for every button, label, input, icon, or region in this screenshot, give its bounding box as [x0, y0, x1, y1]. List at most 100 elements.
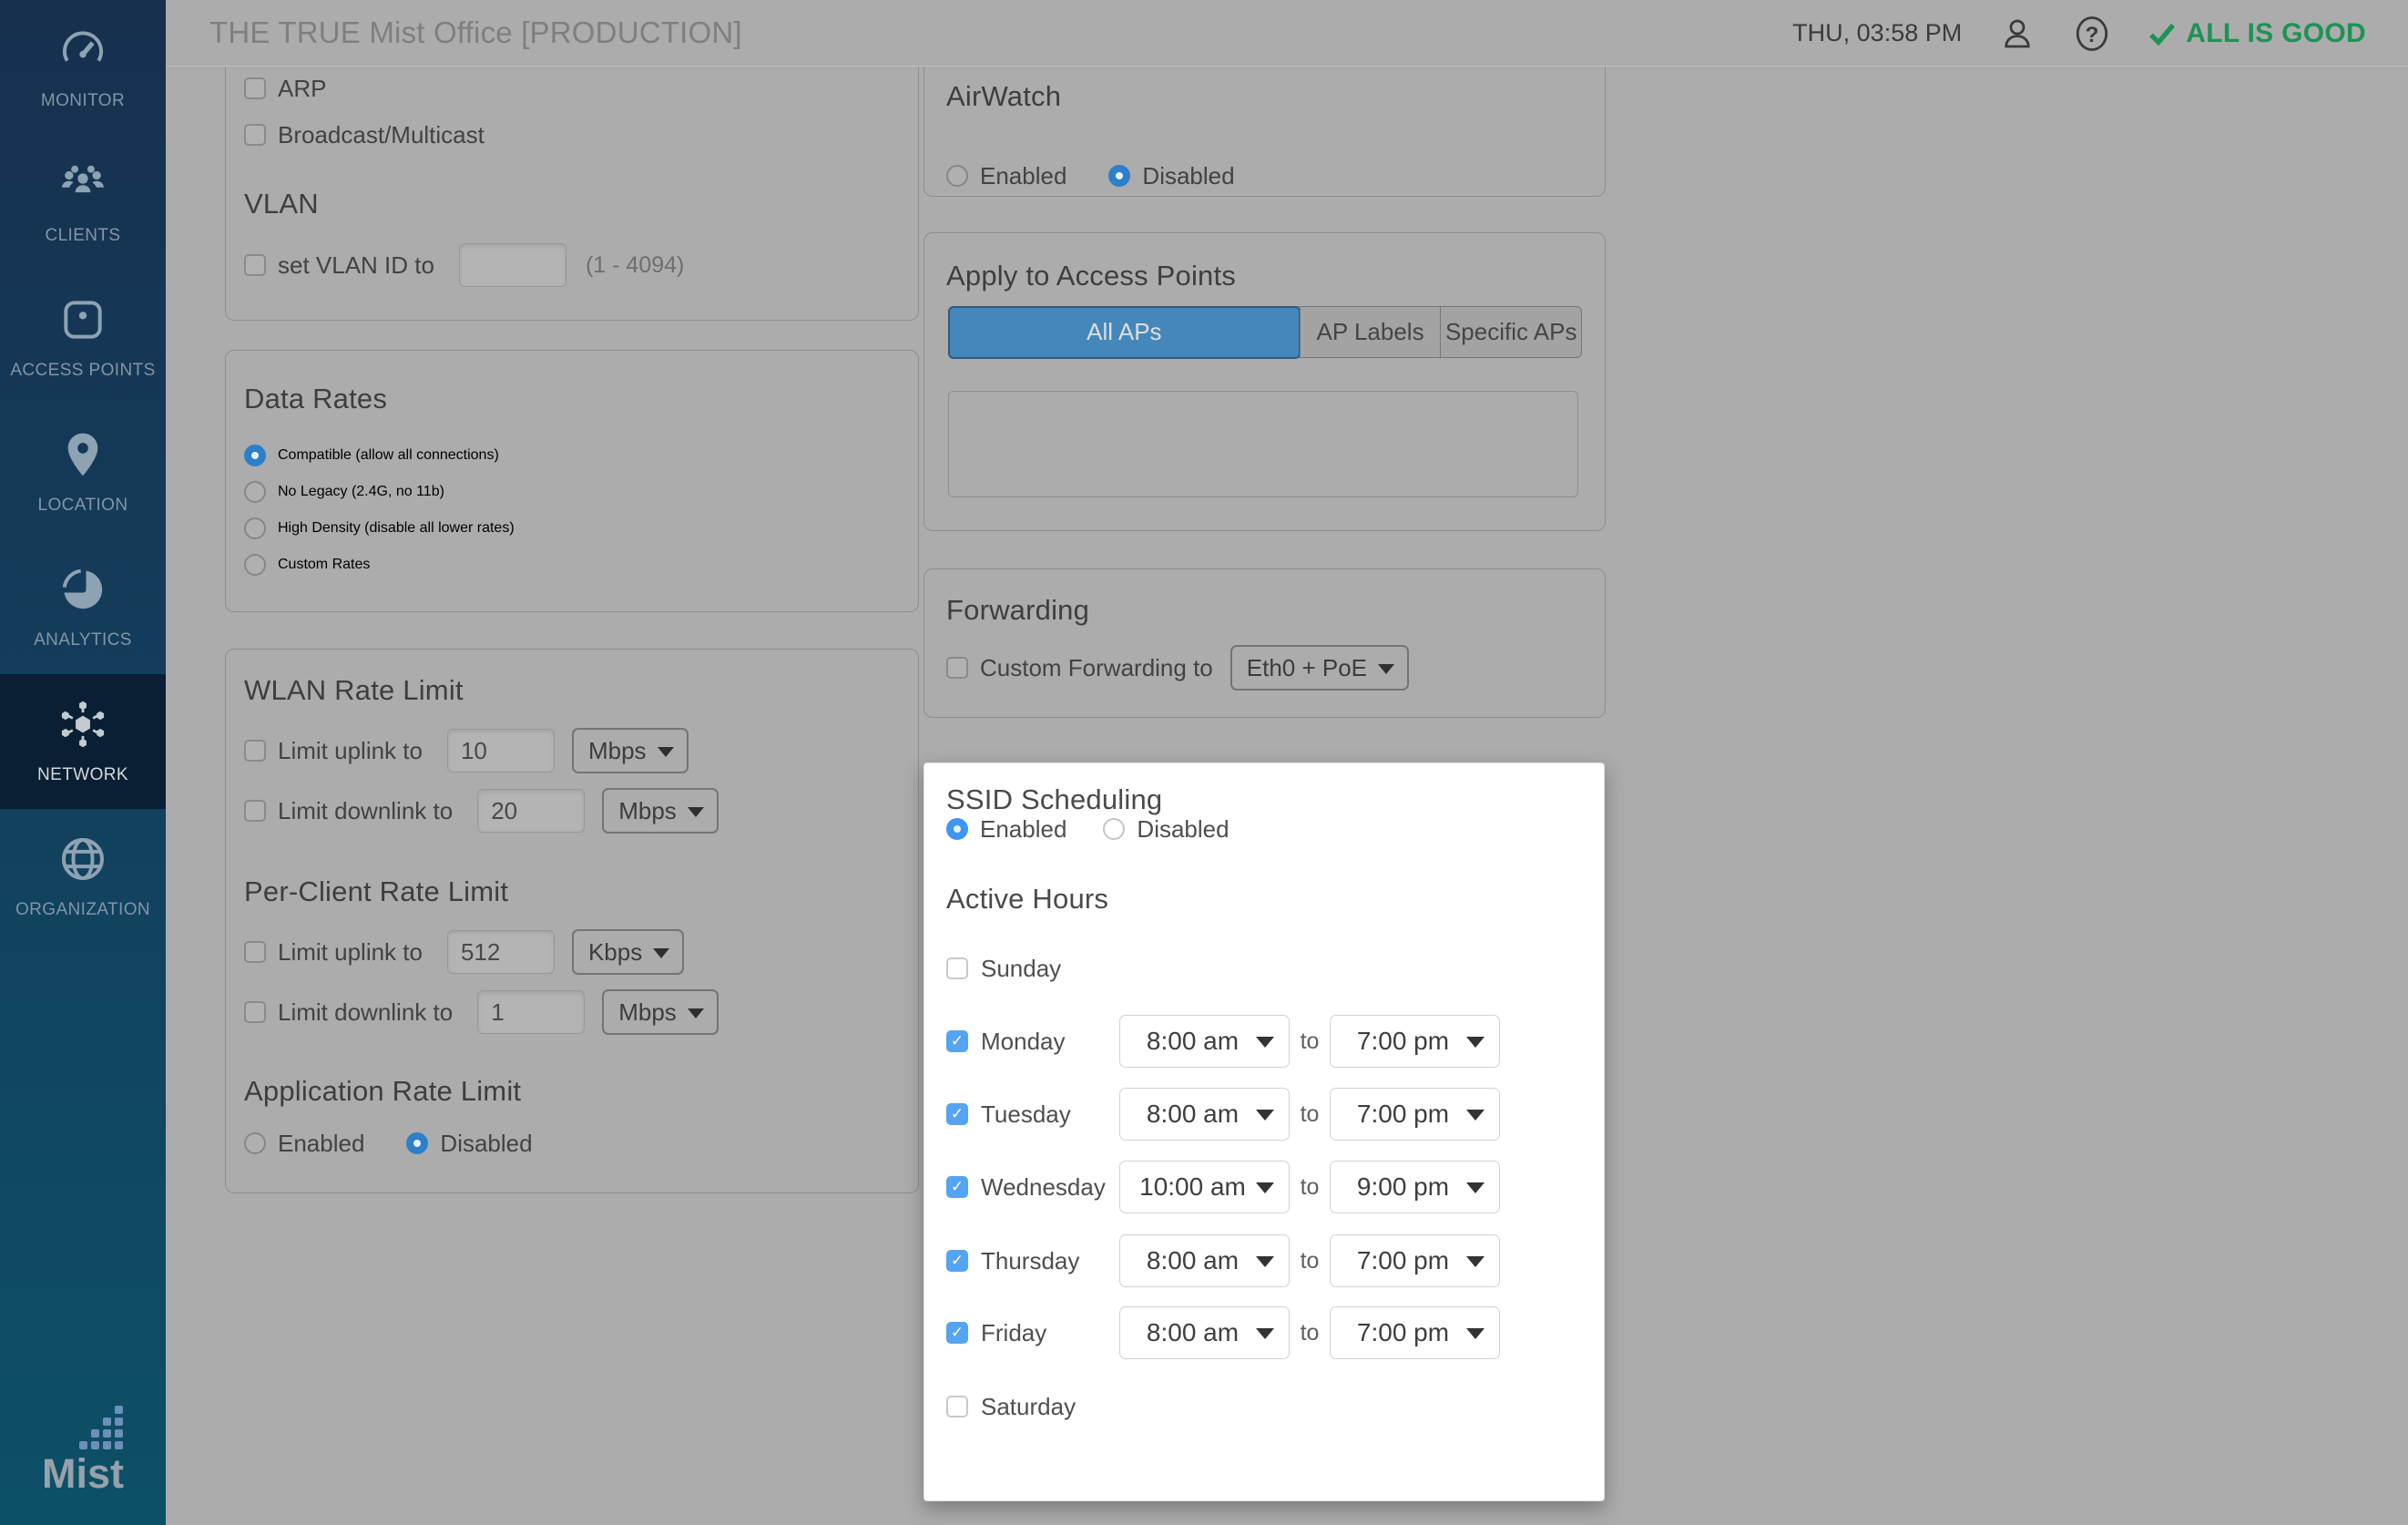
tab-all-aps[interactable]: All APs: [948, 306, 1301, 359]
client-uplink-input[interactable]: 512: [447, 930, 555, 974]
mist-logo: Mist: [0, 1406, 166, 1494]
ap-selection-box[interactable]: [948, 391, 1578, 497]
day-label-friday[interactable]: ✓Friday: [946, 1319, 1119, 1347]
custom-forwarding-checkbox[interactable]: [946, 657, 968, 679]
data-rates-custom-rates-radio[interactable]: Custom Rates: [244, 551, 515, 578]
radio-icon[interactable]: [946, 165, 968, 187]
set-vlan-checkbox[interactable]: [244, 254, 266, 276]
ssid-scheduling-disabled-radio[interactable]: Disabled: [1103, 815, 1229, 844]
wednesday-end-time-select[interactable]: 9:00 pm: [1330, 1161, 1500, 1213]
vlan-id-input[interactable]: [459, 243, 566, 287]
radio-icon[interactable]: [1103, 818, 1125, 840]
custom-forwarding-label: Custom Forwarding to: [980, 654, 1213, 682]
day-row-sunday: Sunday: [946, 942, 1119, 995]
tab-specific-aps[interactable]: Specific APs: [1440, 307, 1581, 357]
radio-label: Enabled: [278, 1130, 364, 1158]
client-uplink-unit-select[interactable]: Kbps: [572, 929, 684, 975]
broadcast-multicast-checkbox[interactable]: [244, 124, 266, 146]
to-label: to: [1290, 1174, 1330, 1201]
saturday-checkbox[interactable]: [946, 1396, 968, 1418]
wlan-uplink-unit-select[interactable]: Mbps: [572, 728, 689, 773]
monday-checkbox[interactable]: ✓: [946, 1030, 968, 1052]
radio-icon[interactable]: [406, 1132, 428, 1154]
user-account-icon[interactable]: [1998, 15, 2036, 53]
wlan-downlink-input[interactable]: 20: [477, 789, 585, 833]
monday-end-time-select[interactable]: 7:00 pm: [1330, 1015, 1500, 1068]
day-label-thursday[interactable]: ✓Thursday: [946, 1247, 1119, 1275]
day-label-saturday[interactable]: Saturday: [946, 1393, 1119, 1421]
radio-label: High Density (disable all lower rates): [278, 520, 515, 537]
day-label-tuesday[interactable]: ✓Tuesday: [946, 1100, 1119, 1129]
client-uplink-checkbox[interactable]: [244, 941, 266, 963]
tuesday-checkbox[interactable]: ✓: [946, 1103, 968, 1125]
client-downlink-input[interactable]: 1: [477, 990, 585, 1034]
radio-icon[interactable]: [946, 818, 968, 840]
help-icon[interactable]: ?: [2073, 15, 2111, 53]
thursday-start-time-select[interactable]: 8:00 am: [1119, 1234, 1290, 1287]
sidebar-item-label: NETWORK: [37, 765, 128, 785]
radio-icon[interactable]: [244, 517, 266, 539]
ssid-scheduling-panel: SSID Scheduling EnabledDisabled Active H…: [923, 762, 1605, 1501]
radio-icon[interactable]: [1108, 165, 1130, 187]
sidebar-item-location[interactable]: LOCATION: [0, 404, 166, 539]
day-label-sunday[interactable]: Sunday: [946, 955, 1119, 983]
thursday-end-time-select[interactable]: 7:00 pm: [1330, 1234, 1500, 1287]
friday-checkbox[interactable]: ✓: [946, 1322, 968, 1344]
airwatch-disabled-radio[interactable]: Disabled: [1108, 162, 1234, 190]
status-indicator[interactable]: ALL IS GOOD: [2148, 18, 2366, 49]
friday-start-time-select[interactable]: 8:00 am: [1119, 1306, 1290, 1359]
data-rates-heading: Data Rates: [244, 376, 387, 422]
wlan-downlink-unit-select[interactable]: Mbps: [602, 788, 719, 834]
wlan-downlink-checkbox[interactable]: [244, 800, 266, 822]
wlan-uplink-checkbox[interactable]: [244, 740, 266, 762]
sidebar-item-network[interactable]: NETWORK: [0, 674, 166, 809]
to-label: to: [1290, 1320, 1330, 1346]
radio-icon[interactable]: [244, 445, 266, 466]
wlan-downlink-row: Limit downlink to 20 Mbps: [244, 788, 719, 834]
sidebar-item-analytics[interactable]: ANALYTICS: [0, 539, 166, 674]
vlan-heading: VLAN: [244, 181, 319, 227]
wlan-uplink-input[interactable]: 10: [447, 729, 555, 773]
topbar-right: THU, 03:58 PM ? ALL IS GOOD: [1792, 0, 2366, 67]
thursday-checkbox[interactable]: ✓: [946, 1250, 968, 1272]
data-rates-compatible-allow-all-connections--radio[interactable]: Compatible (allow all connections): [244, 442, 515, 469]
sidebar-item-access-points[interactable]: ACCESS POINTS: [0, 270, 166, 404]
sunday-checkbox[interactable]: [946, 957, 968, 979]
sidebar-item-monitor[interactable]: MONITOR: [0, 0, 166, 135]
client-downlink-unit-select[interactable]: Mbps: [602, 989, 719, 1035]
mist-logo-text: Mist: [42, 1453, 124, 1494]
monday-start-time-select[interactable]: 8:00 am: [1119, 1015, 1290, 1068]
data-rates-no-legacy-2-4g-no-11b--radio[interactable]: No Legacy (2.4G, no 11b): [244, 478, 515, 506]
day-label-wednesday[interactable]: ✓Wednesday: [946, 1173, 1119, 1202]
friday-end-time-select[interactable]: 7:00 pm: [1330, 1306, 1500, 1359]
arp-row[interactable]: ARP: [244, 66, 326, 111]
tab-ap-labels[interactable]: AP Labels: [1300, 307, 1441, 357]
application-rate-limit-enabled-radio[interactable]: Enabled: [244, 1130, 364, 1158]
day-name: Monday: [981, 1028, 1066, 1056]
forwarding-destination-select[interactable]: Eth0 + PoE: [1230, 645, 1409, 691]
airwatch-options: Enabled Disabled: [946, 159, 1235, 192]
client-downlink-checkbox[interactable]: [244, 1001, 266, 1023]
tuesday-end-time-select[interactable]: 7:00 pm: [1330, 1088, 1500, 1141]
radio-icon[interactable]: [244, 554, 266, 576]
gauge-icon: [57, 25, 108, 80]
sidebar-item-clients[interactable]: CLIENTS: [0, 135, 166, 270]
day-label-monday[interactable]: ✓ Monday: [946, 1028, 1119, 1056]
wednesday-checkbox[interactable]: ✓: [946, 1176, 968, 1198]
data-rates-panel: Data Rates Compatible (allow all connect…: [225, 350, 919, 612]
set-vlan-label: set VLAN ID to: [278, 251, 434, 280]
data-rates-high-density-disable-all-lower-rates--radio[interactable]: High Density (disable all lower rates): [244, 515, 515, 542]
radio-icon[interactable]: [244, 481, 266, 503]
wednesday-start-time-select[interactable]: 10:00 am: [1119, 1161, 1290, 1213]
active-hours-heading: Active Hours: [946, 876, 1108, 922]
sidebar-item-label: ANALYTICS: [34, 630, 132, 650]
arp-checkbox[interactable]: [244, 77, 266, 99]
tuesday-start-time-select[interactable]: 8:00 am: [1119, 1088, 1290, 1141]
radio-icon[interactable]: [244, 1132, 266, 1154]
sidebar-item-organization[interactable]: ORGANIZATION: [0, 809, 166, 944]
day-row-wednesday: ✓Wednesday10:00 amto9:00 pm: [946, 1161, 1500, 1213]
broadcast-multicast-row[interactable]: Broadcast/Multicast: [244, 112, 485, 158]
airwatch-enabled-radio[interactable]: Enabled: [946, 162, 1066, 190]
ssid-scheduling-enabled-radio[interactable]: Enabled: [946, 815, 1066, 844]
application-rate-limit-disabled-radio[interactable]: Disabled: [406, 1130, 532, 1158]
